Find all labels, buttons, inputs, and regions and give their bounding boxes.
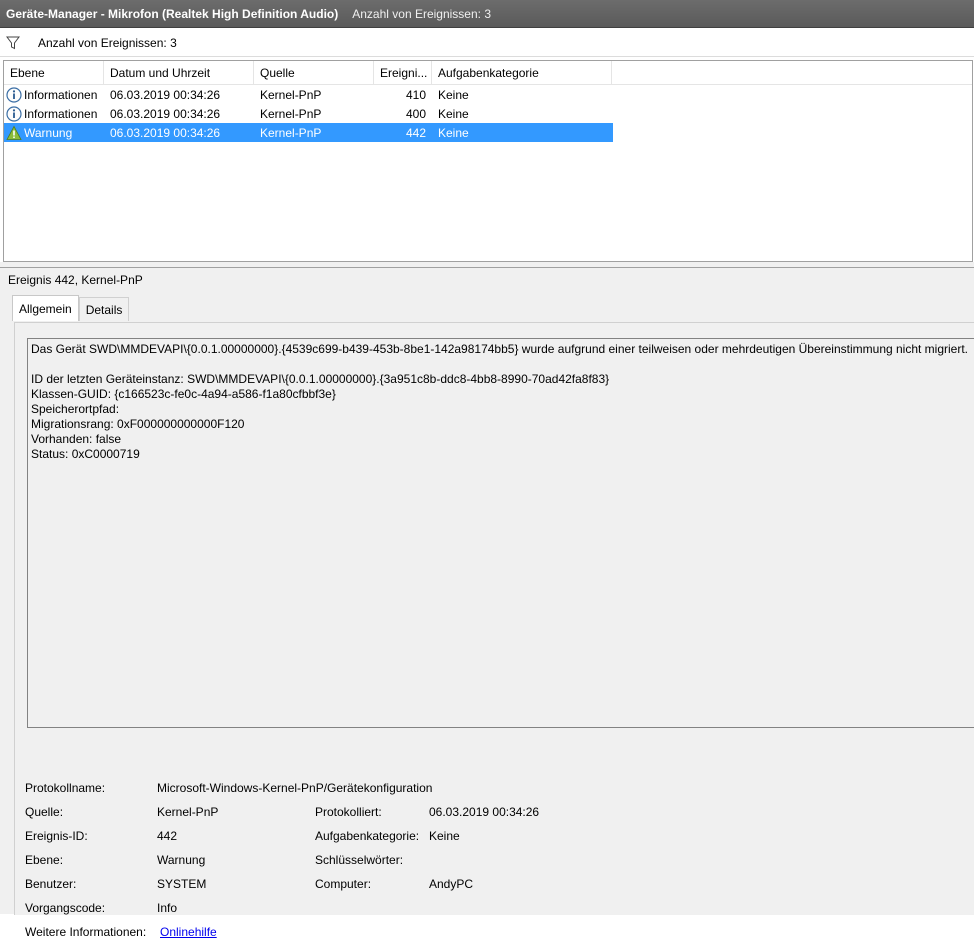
event-list[interactable]: Ebene Datum und Uhrzeit Quelle Ereigni..… <box>3 60 973 262</box>
prop-log-name-value: Microsoft-Windows-Kernel-PnP/Gerätekonfi… <box>157 781 433 795</box>
column-header-task-category[interactable]: Aufgabenkategorie <box>432 61 612 85</box>
row-source: Kernel-PnP <box>260 106 322 121</box>
prop-opcode-label: Vorgangscode: <box>25 901 106 915</box>
prop-user-label: Benutzer: <box>25 877 77 891</box>
detail-tabs: Allgemein Details <box>12 295 130 321</box>
window-title: Geräte-Manager - Mikrofon (Realtek High … <box>6 6 339 21</box>
prop-computer-value: AndyPC <box>429 877 474 891</box>
table-row[interactable]: Informationen 06.03.2019 00:34:26 Kernel… <box>4 85 613 104</box>
row-level: Informationen <box>24 87 98 102</box>
column-header-datetime[interactable]: Datum und Uhrzeit <box>104 61 254 85</box>
prop-opcode-value: Info <box>157 901 178 915</box>
window-titlebar: Geräte-Manager - Mikrofon (Realtek High … <box>0 0 974 28</box>
prop-logged-label: Protokolliert: <box>315 805 382 819</box>
column-header-source[interactable]: Quelle <box>254 61 374 85</box>
row-category: Keine <box>438 125 469 140</box>
row-event-id: 410 <box>405 87 426 102</box>
prop-source-label: Quelle: <box>25 805 64 819</box>
prop-computer-label: Computer: <box>315 877 372 891</box>
info-icon <box>6 105 22 122</box>
prop-event-id-value: 442 <box>157 829 178 843</box>
prop-source-value: Kernel-PnP <box>157 805 219 819</box>
column-header-level[interactable]: Ebene <box>4 61 104 85</box>
online-help-link[interactable]: Onlinehilfe <box>160 925 217 943</box>
detail-title: Ereignis 442, Kernel-PnP <box>8 273 143 287</box>
event-message-text[interactable]: Das Gerät SWD\MMDEVAPI\{0.0.1.00000000}.… <box>27 338 974 728</box>
prop-keywords-label: Schlüsselwörter: <box>315 853 404 867</box>
tab-general[interactable]: Allgemein <box>12 295 79 321</box>
row-category: Keine <box>438 106 469 121</box>
prop-log-name-label: Protokollname: <box>25 781 106 795</box>
row-source: Kernel-PnP <box>260 125 322 140</box>
prop-task-category-value: Keine <box>429 829 460 843</box>
warning-icon <box>6 125 22 140</box>
info-icon <box>6 86 22 103</box>
row-category: Keine <box>438 87 469 102</box>
event-list-header: Ebene Datum und Uhrzeit Quelle Ereigni..… <box>4 61 972 85</box>
prop-task-category-label: Aufgabenkategorie: <box>315 829 420 843</box>
row-datetime: 06.03.2019 00:34:26 <box>110 87 221 102</box>
column-header-event-id[interactable]: Ereigni... <box>374 61 432 85</box>
table-row-selected[interactable]: Warnung 06.03.2019 00:34:26 Kernel-PnP 4… <box>4 123 613 142</box>
prop-user-value: SYSTEM <box>157 877 207 891</box>
prop-level-label: Ebene: <box>25 853 64 867</box>
tab-general-body: Das Gerät SWD\MMDEVAPI\{0.0.1.00000000}.… <box>14 322 974 939</box>
prop-logged-value: 06.03.2019 00:34:26 <box>429 805 540 819</box>
row-datetime: 06.03.2019 00:34:26 <box>110 106 221 121</box>
table-row[interactable]: Informationen 06.03.2019 00:34:26 Kernel… <box>4 104 613 123</box>
prop-event-id-label: Ereignis-ID: <box>25 829 88 843</box>
row-level: Warnung <box>24 125 73 140</box>
filter-bar: Anzahl von Ereignissen: 3 <box>0 29 974 57</box>
row-datetime: 06.03.2019 00:34:26 <box>110 125 221 140</box>
window-event-count: Anzahl von Ereignissen: 3 <box>352 6 491 21</box>
filter-icon[interactable] <box>6 36 26 50</box>
filter-count-text: Anzahl von Ereignissen: 3 <box>38 35 177 50</box>
prop-more-info-label: Weitere Informationen: <box>25 925 147 939</box>
row-event-id: 442 <box>405 125 426 140</box>
row-level: Informationen <box>24 106 98 121</box>
tab-details[interactable]: Details <box>78 297 130 321</box>
row-event-id: 400 <box>405 106 426 121</box>
prop-level-value: Warnung <box>157 853 206 867</box>
row-source: Kernel-PnP <box>260 87 322 102</box>
event-detail-pane: Ereignis 442, Kernel-PnP Allgemein Detai… <box>0 267 974 939</box>
